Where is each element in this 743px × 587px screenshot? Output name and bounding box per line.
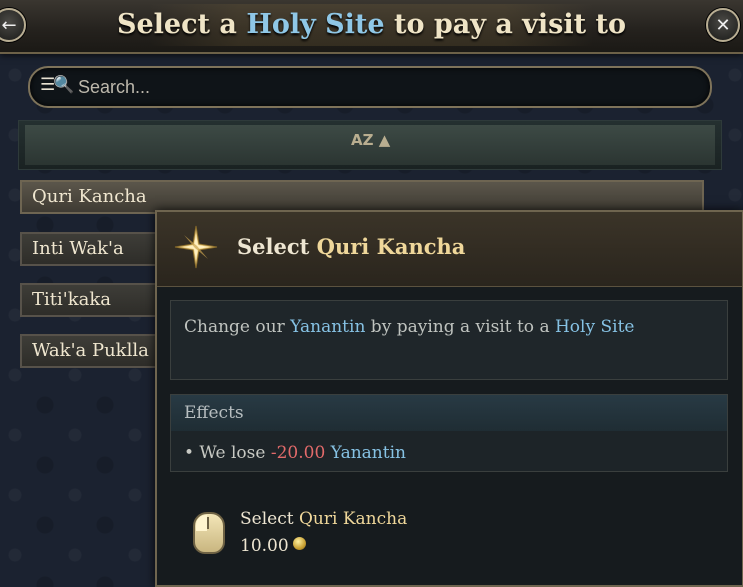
desc-holy-site-link: Holy Site	[555, 317, 634, 337]
search-bar[interactable]: ☰🔍	[28, 66, 712, 108]
effect-bullet: • We lose	[184, 443, 271, 463]
description-box: Change our Yanantin by paying a visit to…	[170, 300, 728, 380]
tooltip-title-prefix: Select	[237, 234, 317, 259]
effects-header: Effects	[171, 395, 727, 431]
desc-yanantin-link: Yanantin	[290, 317, 365, 337]
list-item-quri-kancha[interactable]: Quri Kancha	[20, 180, 704, 214]
tooltip-panel: Select Quri Kancha Change our Yanantin b…	[155, 210, 743, 587]
tooltip-header: Select Quri Kancha	[157, 212, 742, 287]
effect-amount: -20.00	[271, 443, 325, 463]
sort-az-icon[interactable]: AZ ▲	[351, 131, 390, 149]
coin-icon	[293, 537, 306, 550]
action-label-name: Quri Kancha	[299, 509, 407, 529]
desc-part-2: by paying a visit to a	[365, 317, 555, 337]
effect-line: • We lose -20.00 Yanantin	[184, 443, 406, 463]
tooltip-title-name: Quri Kancha	[317, 234, 466, 259]
close-icon: ✕	[715, 15, 730, 36]
title-bar: Select a Holy Site to pay a visit to ← ✕	[0, 0, 743, 54]
back-arrow-icon: ←	[1, 15, 16, 36]
sort-bar: AZ ▲	[18, 120, 722, 170]
desc-part-1: Change our	[184, 317, 290, 337]
description-text: Change our Yanantin by paying a visit to…	[184, 317, 634, 337]
title-prefix: Select a	[117, 9, 246, 40]
close-button[interactable]: ✕	[706, 8, 740, 42]
action-cost: 10.00	[240, 536, 306, 556]
mouse-left-click-icon	[193, 512, 225, 554]
search-input[interactable]	[76, 72, 680, 102]
effects-box: Effects • We lose -20.00 Yanantin	[170, 394, 728, 472]
cost-value: 10.00	[240, 536, 289, 556]
search-icon: ☰🔍	[40, 75, 72, 95]
effect-resource: Yanantin	[331, 443, 406, 463]
title-suffix: to pay a visit to	[385, 9, 626, 40]
tooltip-title: Select Quri Kancha	[237, 234, 465, 259]
compass-star-icon	[173, 224, 219, 270]
action-label: Select Quri Kancha	[240, 509, 407, 529]
action-label-prefix: Select	[240, 509, 299, 529]
page-title: Select a Holy Site to pay a visit to	[0, 9, 743, 40]
title-highlight: Holy Site	[246, 9, 384, 40]
